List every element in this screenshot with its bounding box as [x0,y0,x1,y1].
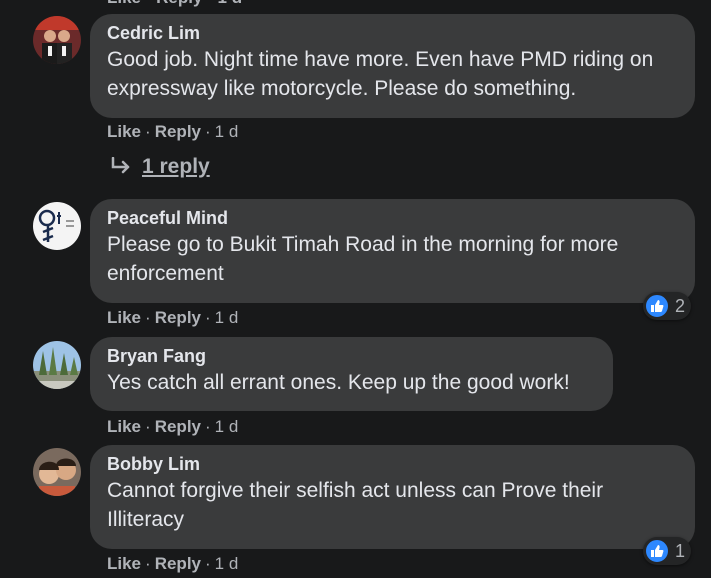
comment-bubble: Bobby Lim Cannot forgive their selfish a… [90,445,695,549]
comment-actions: Like · Reply · 1 d [107,122,239,141]
reply-button[interactable]: Reply [155,554,201,573]
comment-time[interactable]: 1 d [215,417,239,436]
thumbs-up-icon [645,539,669,563]
comment-author[interactable]: Bobby Lim [107,453,679,475]
comment-author[interactable]: Bryan Fang [107,345,597,367]
reaction-badge[interactable]: 1 [643,537,692,565]
like-button[interactable]: Like [107,122,141,141]
comment-time[interactable]: 1 d [215,122,239,141]
reply-arrow-icon [110,157,132,177]
comment-author[interactable]: Cedric Lim [107,22,679,44]
avatar[interactable] [33,16,81,64]
reaction-count: 1 [675,540,686,561]
comment-actions: Like · Reply · 1 d [107,554,239,573]
comment-bubble: Peaceful Mind Please go to Bukit Timah R… [90,199,695,303]
comment-bubble: Bryan Fang Yes catch all errant ones. Ke… [90,337,613,411]
comment-time[interactable]: 1 d [215,308,239,327]
comment-text: Good job. Night time have more. Even hav… [107,48,654,100]
reaction-count: 2 [675,295,686,316]
comment-author[interactable]: Peaceful Mind [107,207,679,229]
avatar[interactable] [33,341,81,389]
comment-text: Yes catch all errant ones. Keep up the g… [107,371,570,394]
thumbs-up-icon [645,294,669,318]
like-button[interactable]: Like [107,417,141,436]
comment-actions: Like · Reply · 1 d [107,417,239,436]
comment-bubble: Cedric Lim Good job. Night time have mor… [90,14,695,118]
comment-actions: Like · Reply · 1 d [107,308,239,327]
reply-button[interactable]: Reply [155,122,201,141]
reaction-badge[interactable]: 2 [643,292,692,320]
comments-thread: Like · Reply · 1 d Cedric Lim Good job. … [0,0,711,578]
like-button[interactable]: Like [107,308,141,327]
comment-text: Please go to Bukit Timah Road in the mor… [107,233,619,285]
replies-link[interactable]: 1 reply [142,155,210,179]
comment-text: Cannot forgive their selfish act unless … [107,479,604,531]
reply-button[interactable]: Reply [155,417,201,436]
previous-comment-actions: Like · Reply · 1 d [107,0,242,8]
avatar[interactable] [33,448,81,496]
like-button[interactable]: Like [107,554,141,573]
reply-button[interactable]: Reply [155,308,201,327]
avatar[interactable] [33,202,81,250]
view-replies[interactable]: 1 reply [110,155,210,179]
comment-time[interactable]: 1 d [215,554,239,573]
